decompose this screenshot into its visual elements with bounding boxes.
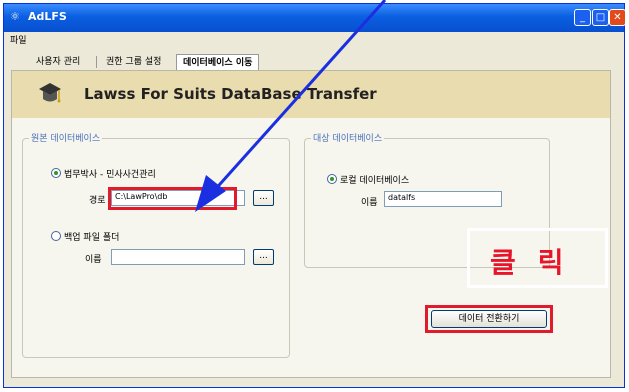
annotation-arrow [195,0,387,212]
